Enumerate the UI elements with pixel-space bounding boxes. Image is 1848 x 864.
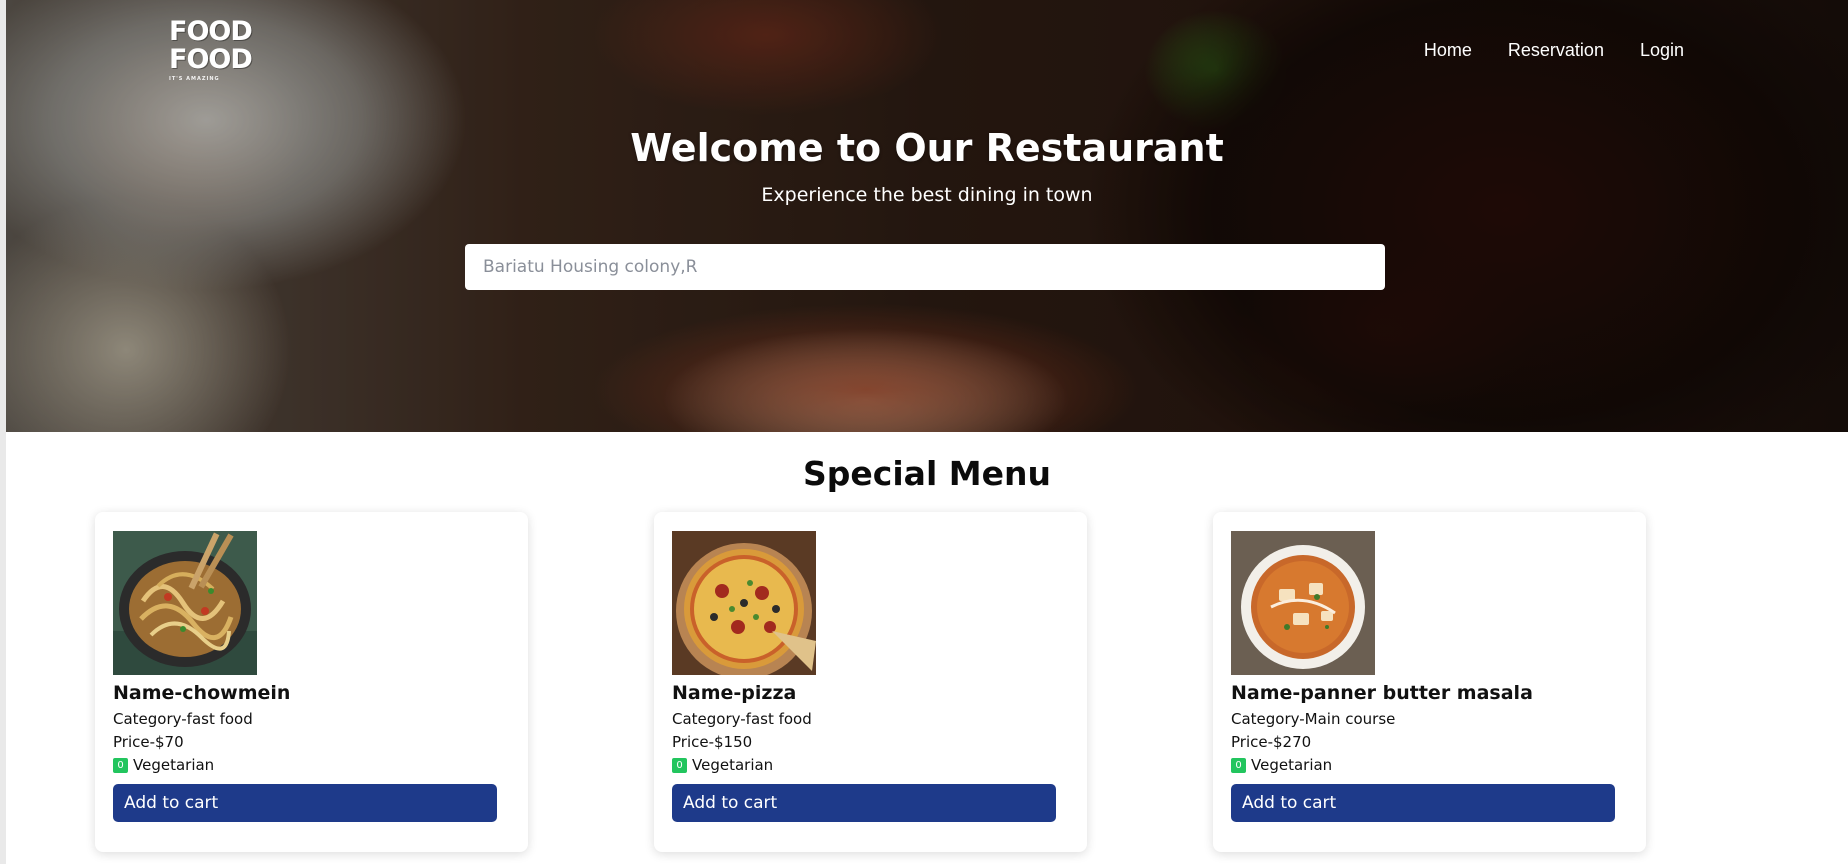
special-menu-section: Special Menu Name-chowmein Category-fast… xyxy=(6,432,1848,864)
item-name: Name-chowmein xyxy=(113,682,291,704)
nav-reservation[interactable]: Reservation xyxy=(1508,39,1604,61)
item-category: Category-fast food xyxy=(113,710,253,728)
veg-badge-icon: 0 xyxy=(672,757,687,773)
location-search-input[interactable] xyxy=(465,244,1385,290)
diet-label: Vegetarian xyxy=(133,756,215,774)
diet-label: Vegetarian xyxy=(1251,756,1333,774)
diet-row: 0 Vegetarian xyxy=(1231,755,1332,775)
brand-logo[interactable]: FOOD FOOD IT'S AMAZING xyxy=(169,16,253,88)
nav-home[interactable]: Home xyxy=(1424,39,1472,61)
menu-card-panner-butter-masala: Name-panner butter masala Category-Main … xyxy=(1213,512,1646,852)
add-to-cart-button[interactable]: Add to cart xyxy=(672,784,1056,822)
diet-row: 0 Vegetarian xyxy=(672,755,773,775)
hero-overlay xyxy=(6,0,1848,432)
chowmein-photo xyxy=(113,531,257,675)
nav-login[interactable]: Login xyxy=(1640,39,1684,61)
hero-subtitle: Experience the best dining in town xyxy=(761,184,1093,206)
diet-row: 0 Vegetarian xyxy=(113,755,214,775)
item-name: Name-panner butter masala xyxy=(1231,682,1533,704)
menu-card-pizza: Name-pizza Category-fast food Price-$150… xyxy=(654,512,1087,852)
item-name: Name-pizza xyxy=(672,682,797,704)
add-to-cart-button[interactable]: Add to cart xyxy=(113,784,497,822)
item-category: Category-Main course xyxy=(1231,710,1396,728)
top-nav: Home Reservation Login xyxy=(1424,39,1684,61)
hero-title: Welcome to Our Restaurant xyxy=(630,126,1224,170)
veg-badge-icon: 0 xyxy=(113,757,128,773)
logo-tagline: IT'S AMAZING xyxy=(169,76,220,82)
item-price: Price-$270 xyxy=(1231,733,1312,751)
veg-badge-icon: 0 xyxy=(1231,757,1246,773)
section-title: Special Menu xyxy=(803,454,1051,493)
curry-photo xyxy=(1231,531,1375,675)
item-category: Category-fast food xyxy=(672,710,812,728)
logo-text-bottom: FOOD xyxy=(169,44,253,75)
item-price: Price-$70 xyxy=(113,733,184,751)
pizza-photo xyxy=(672,531,816,675)
item-price: Price-$150 xyxy=(672,733,753,751)
diet-label: Vegetarian xyxy=(692,756,774,774)
hero-banner: FOOD FOOD IT'S AMAZING Home Reservation … xyxy=(6,0,1848,432)
logo-text-top: FOOD xyxy=(169,16,253,47)
menu-card-chowmein: Name-chowmein Category-fast food Price-$… xyxy=(95,512,528,852)
add-to-cart-button[interactable]: Add to cart xyxy=(1231,784,1615,822)
